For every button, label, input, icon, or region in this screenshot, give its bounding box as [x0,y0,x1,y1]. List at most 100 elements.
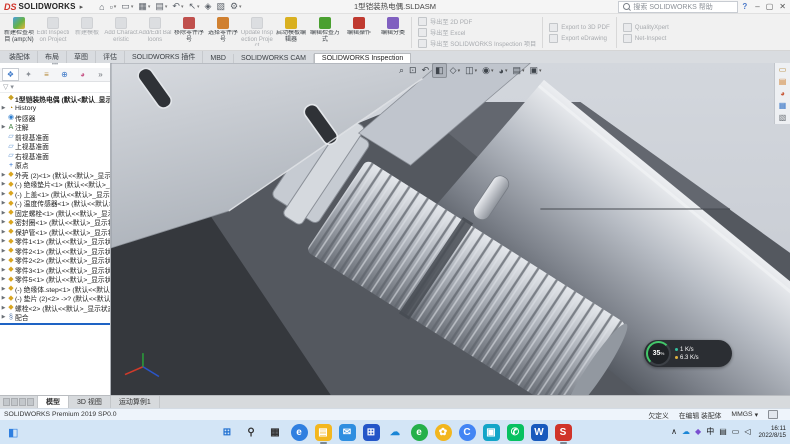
command-tab[interactable]: 装配体 [2,51,38,63]
chat-app-icon[interactable]: ✆ [507,424,524,441]
tree-item-part[interactable]: ▶ ◆ 螺栓<2> (默认<<默认>_显示状态 [0,303,110,313]
expander-icon[interactable]: ▶ [0,210,7,216]
tree-item-part[interactable]: ▶ ◆ 密封圈<1> (默认<<默认>_显示状 [0,218,110,228]
select-icon[interactable]: ↖▾ [186,1,201,13]
minimize-button[interactable]: – [755,2,759,11]
tree-rollback-bar[interactable] [0,323,110,325]
net-speed-overlay[interactable]: 35% 1 K/s 6.3 K/s [644,340,732,367]
command-tab[interactable]: SOLIDWORKS 插件 [125,51,203,63]
zoom-fit-icon[interactable]: ⌕ ▾ [397,64,406,77]
tree-filter[interactable]: ▽ ▾ [0,82,110,93]
expander-icon[interactable]: ▶ [0,191,7,197]
search-input[interactable]: 搜索 SOLIDWORKS 帮助 [618,1,738,13]
add-edit-balloons-button[interactable]: Add/Edit Balloons [138,15,172,50]
tree-item-right-plane[interactable]: ▶ ▱ 右视基准面 [0,151,110,161]
dropdown-caret-icon[interactable]: ▾ [239,4,242,10]
tree-item-part[interactable]: ▶ ◆ 固定螺栓<1> (默认<<默认>_显示 [0,208,110,218]
filter-caret-icon[interactable]: ▾ [10,83,14,91]
dropdown-caret-icon[interactable]: ▾ [165,4,168,10]
dropdown-caret-icon[interactable]: ▾ [181,4,184,10]
display-settings-icon[interactable]: ▧▾ [214,1,227,13]
expander-icon[interactable]: ▶ [0,181,7,187]
rebuild-icon[interactable]: ◈▾ [203,1,214,13]
tree-item-annotations[interactable]: ▶ A 注解 [0,123,110,133]
onedrive-icon[interactable]: ☁ [387,424,404,441]
tab-scroll-controls[interactable] [0,396,38,408]
expander-icon[interactable]: ▶ [0,305,7,311]
tree-item-part[interactable]: ▶ ◆ (-) 温度传感器<1> (默认<<默认>_ [0,199,110,209]
design-library-pane-icon[interactable]: ▤ [779,77,787,86]
keyboard-tray-icon[interactable]: ▤ [719,427,727,437]
dropdown-caret-icon[interactable]: ▾ [114,4,117,10]
chrome-icon[interactable]: C [459,424,476,441]
export-menu-item[interactable]: 导出至 Excel [418,28,536,37]
tree-item-part[interactable]: ▶ ◆ (-) 垫片 (2)<2> ->? (默认<<默认> [0,294,110,304]
monitor-tray-icon[interactable]: ▭ [732,427,740,437]
command-tab[interactable]: SOLIDWORKS CAM [234,54,314,63]
command-tab[interactable]: SOLIDWORKS Inspection [314,53,411,63]
add-characteristic-button[interactable]: Add Characteristic [104,15,138,50]
view-palette-pane-icon[interactable]: ▦ [779,101,787,110]
open-file-icon[interactable]: ▭▾ [119,1,135,13]
tree-item-part[interactable]: ▶ ◆ 外壳 (2)<1> (默认<<默认>_显示状 [0,170,110,180]
word-icon[interactable]: W [531,424,548,441]
export-menu-item[interactable]: 导出至 SOLIDWORKS Inspection 项目 [418,39,536,48]
document-tab[interactable]: 模型 [38,396,69,408]
undo-icon[interactable]: ↶▾ [170,1,185,13]
remove-balloons-button[interactable]: 移除零件序号 [172,15,206,50]
security-tray-icon[interactable]: ◆ [695,427,701,437]
file-explorer-pane-icon[interactable]: ▭ [779,65,787,74]
dropdown-caret-icon[interactable]: ▾ [539,68,542,74]
tree-item-part[interactable]: ▶ ◆ 零件3<1> (默认<<默认>_显示状态 [0,265,110,275]
hide-show-items-icon[interactable]: ◉ ▾ [480,64,495,77]
volume-tray-icon[interactable]: ◁ [744,427,750,437]
expander-icon[interactable]: ▶ [0,276,7,282]
select-balloons-button[interactable]: 选择零件序号 [206,15,240,50]
expander-icon[interactable]: ▶ [0,200,7,206]
expander-icon[interactable]: ▶ [0,105,7,111]
maximize-button[interactable]: ▢ [766,2,774,11]
display-style-icon[interactable]: ◫ ▾ [463,64,479,77]
expand-tabs-icon[interactable]: » [92,68,109,81]
expander-icon[interactable]: ▶ [0,286,7,292]
new-file-icon[interactable]: ▫▾ [108,1,119,13]
dropdown-caret-icon[interactable]: ▾ [458,68,461,74]
task-view-button[interactable]: ▦ [267,424,284,441]
close-button[interactable]: ✕ [779,2,786,11]
search-button[interactable]: ⚲ [243,424,260,441]
edge-icon[interactable]: e [291,424,308,441]
featuremanager-tab[interactable]: ❖ [2,68,19,81]
save-icon[interactable]: ▦▾ [136,1,152,13]
export-menu-item[interactable]: Export eDrawing [549,34,610,43]
export-menu-item[interactable]: QualityXpert [623,23,669,32]
update-inspection-project-button[interactable]: Update Inspection Project [240,15,274,50]
edit-operations-button[interactable]: 编辑操作 [342,15,376,50]
pinwheel-app-icon[interactable]: ✿ [435,424,452,441]
export-menu-item[interactable]: 导出至 2D PDF [418,17,536,26]
launch-template-editor-button[interactable]: 启动模板编辑器 [274,15,308,50]
tree-item-part[interactable]: ▶ ◆ (-) 绝缘垫片<1> (默认<<默认>_显 [0,180,110,190]
tree-item-front-plane[interactable]: ▶ ▱ 前视基准面 [0,132,110,142]
tree-item-history[interactable]: ▶ ◔ History [0,104,110,114]
command-tab[interactable]: 草图 [67,51,96,63]
propertymanager-tab[interactable]: ✦ [20,68,37,81]
configurationmanager-tab[interactable]: ≡ [38,68,55,81]
home-icon[interactable]: ⌂▾ [97,1,106,13]
options-icon[interactable]: ⚙▾ [228,1,244,13]
expander-icon[interactable]: ▶ [0,229,7,235]
document-tab[interactable]: 运动算例1 [111,396,160,408]
tree-item-part[interactable]: ▶ ◆ 零件1<1> (默认<<默认>_显示状态 [0,237,110,247]
help-button[interactable]: ? [742,2,747,11]
tree-item-origin[interactable]: ▶ + 原点 [0,161,110,171]
command-tab[interactable]: 评估 [96,51,125,63]
previous-view-icon[interactable]: ↶ ▾ [420,64,432,77]
print-icon[interactable]: ▤▾ [153,1,169,13]
tree-item-part[interactable]: ▶ ◆ (-) 绝缘体.step<1> (默认<<默认> [0,284,110,294]
menu-flyout-icon[interactable]: ▸ [80,3,84,11]
expander-icon[interactable]: ▶ [0,267,7,273]
dropdown-caret-icon[interactable]: ▾ [131,4,134,10]
new-template-button[interactable]: 新建模板 [70,15,104,50]
new-inspection-project-button[interactable]: 新建检查项目 (amp;N) [2,15,36,50]
expander-icon[interactable]: ▶ [0,172,7,178]
expander-icon[interactable]: ▶ [0,314,7,320]
